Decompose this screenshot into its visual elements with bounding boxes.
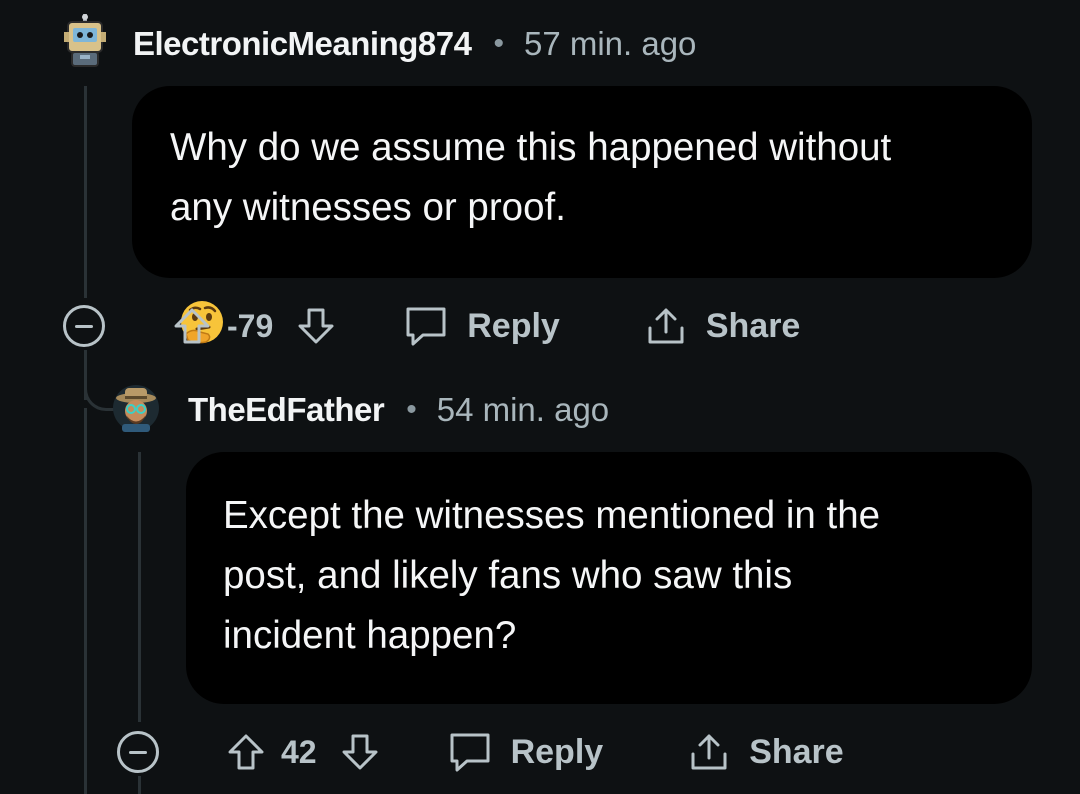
vote-score: 42 xyxy=(281,733,317,770)
comment-text: Except the witnesses mentioned in the po… xyxy=(223,494,881,657)
comment-actions: -79 Reply Share xyxy=(63,302,800,350)
username[interactable]: TheEdFather xyxy=(188,391,385,429)
collapse-minus-icon[interactable] xyxy=(117,731,159,773)
thread-line-1-bottom xyxy=(84,408,87,794)
thread-line-1 xyxy=(84,86,87,298)
username[interactable]: ElectronicMeaning874 xyxy=(133,25,472,63)
comment-actions: 42 Reply Share xyxy=(117,728,844,776)
separator-dot: • xyxy=(406,393,417,426)
thread-line-2-bottom xyxy=(138,776,141,794)
speech-bubble-icon[interactable] xyxy=(403,304,449,348)
collapse-minus-icon[interactable] xyxy=(63,305,105,347)
timestamp: 54 min. ago xyxy=(436,391,610,428)
comment-header: TheEdFather • 54 min. ago xyxy=(188,388,609,432)
speech-bubble-icon[interactable] xyxy=(447,730,493,774)
upvote-arrow-icon[interactable] xyxy=(225,731,267,773)
thread-line-2 xyxy=(138,452,141,722)
reply-button[interactable]: Reply xyxy=(467,307,560,346)
comment-text-content: Why do we assume this happened without a… xyxy=(170,126,892,229)
share-button[interactable]: Share xyxy=(706,307,801,346)
comment-body: Except the witnesses mentioned in the po… xyxy=(186,452,1032,704)
avatar[interactable] xyxy=(112,384,160,432)
thread-elbow xyxy=(84,380,115,411)
share-arrow-icon[interactable] xyxy=(644,304,688,348)
vote-score: -79 xyxy=(227,307,274,344)
reply-button[interactable]: Reply xyxy=(511,733,604,772)
share-button[interactable]: Share xyxy=(749,733,844,772)
downvote-arrow-icon[interactable] xyxy=(295,305,337,347)
comment-header: ElectronicMeaning874 • 57 min. ago xyxy=(133,22,696,66)
share-arrow-icon[interactable] xyxy=(687,730,731,774)
comment-body: Why do we assume this happened without a… xyxy=(132,86,1032,344)
separator-dot: • xyxy=(493,27,504,60)
timestamp: 57 min. ago xyxy=(523,25,697,62)
avatar[interactable] xyxy=(62,14,108,68)
upvote-arrow-icon[interactable] xyxy=(171,305,213,347)
downvote-arrow-icon[interactable] xyxy=(339,731,381,773)
